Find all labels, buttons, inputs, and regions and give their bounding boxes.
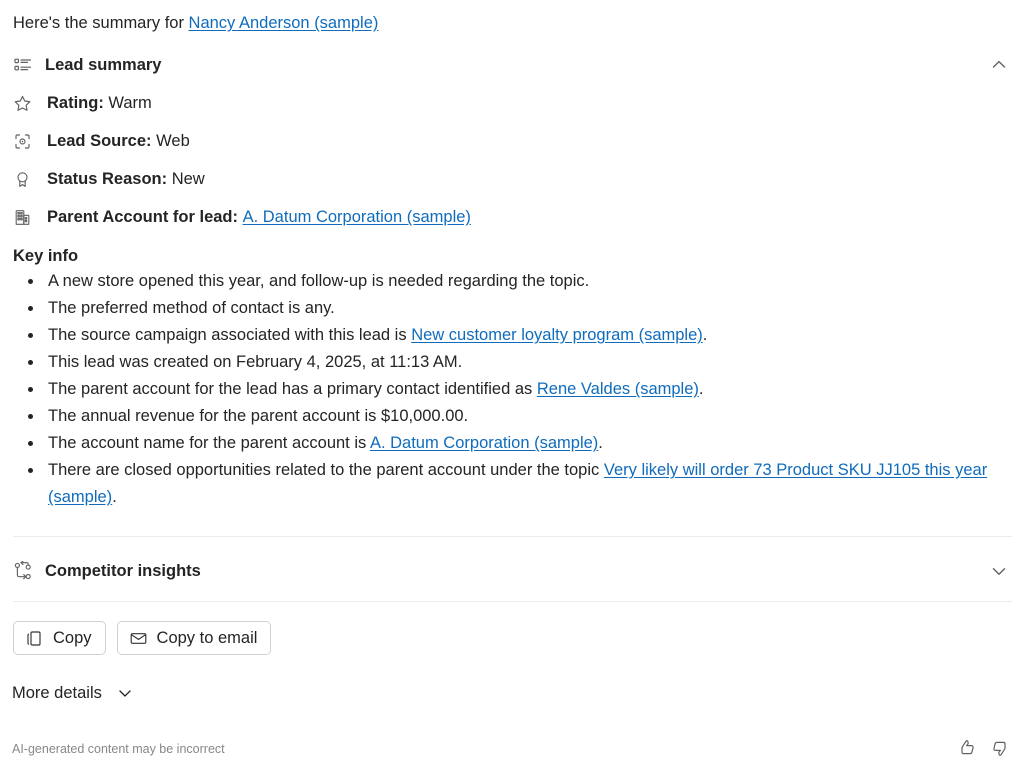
copy-icon [25, 629, 44, 648]
fact-value-status-reason: New [171, 170, 205, 188]
list-item: The parent account for the lead has a pr… [28, 376, 1013, 403]
fact-row-rating: Rating: Warm [13, 91, 152, 115]
ribbon-icon [13, 170, 32, 189]
item-text: A new store opened this year, and follow… [48, 272, 590, 290]
list-item: The source campaign associated with this… [28, 322, 1013, 349]
lead-summary-header[interactable]: Lead summary [13, 50, 1012, 80]
chevron-down-icon[interactable] [988, 560, 1010, 582]
lead-record-link[interactable]: Nancy Anderson (sample) [189, 14, 379, 32]
competitor-compare-icon [13, 560, 33, 581]
copy-to-email-button-label: Copy to email [156, 628, 258, 647]
copy-button[interactable]: Copy [13, 621, 106, 655]
list-summary-icon [13, 55, 33, 75]
item-text: There are closed opportunities related t… [48, 461, 604, 479]
item-text-post: . [112, 488, 117, 506]
key-info-title: Key info [13, 247, 79, 265]
scan-icon [13, 132, 32, 151]
key-info-list: A new store opened this year, and follow… [13, 268, 1013, 511]
fact-value-rating: Warm [108, 94, 152, 112]
feedback-controls [956, 737, 1011, 759]
fact-label-parent-account: Parent Account for lead: [47, 208, 238, 226]
list-item: The account name for the parent account … [28, 430, 1013, 457]
thumbs-down-icon[interactable] [989, 737, 1011, 759]
list-item: This lead was created on February 4, 202… [28, 349, 1013, 376]
item-text-post: . [598, 434, 603, 452]
star-icon [13, 94, 32, 113]
action-button-row: Copy Copy to email [13, 621, 272, 655]
divider-top [13, 536, 1012, 537]
fact-label-lead-source: Lead Source: [47, 132, 152, 150]
fact-row-parent-account: Parent Account for lead: A. Datum Corpor… [13, 205, 471, 229]
fact-value-lead-source: Web [156, 132, 190, 150]
item-text: The source campaign associated with this… [48, 326, 412, 344]
chevron-up-icon[interactable] [988, 54, 1010, 76]
item-text-post: . [702, 326, 708, 344]
fact-label-rating: Rating: [47, 94, 104, 112]
parent-account-link[interactable]: A. Datum Corporation (sample) [243, 205, 471, 229]
list-item: The preferred method of contact is any. [28, 295, 1013, 322]
item-text-post: . [698, 380, 704, 398]
competitor-insights-header[interactable]: Competitor insights [13, 556, 1012, 586]
mail-icon [129, 629, 148, 648]
item-text: The account name for the parent account … [48, 434, 370, 452]
list-item: There are closed opportunities related t… [28, 457, 1013, 511]
thumbs-up-icon[interactable] [956, 737, 978, 759]
list-item: A new store opened this year, and follow… [28, 268, 1013, 295]
list-item: The annual revenue for the parent accoun… [28, 403, 1013, 430]
chevron-down-icon [115, 683, 135, 703]
copy-button-label: Copy [53, 628, 92, 647]
item-text: The annual revenue for the parent accoun… [48, 407, 469, 425]
fact-label-status-reason: Status Reason: [47, 170, 168, 188]
item-text: This lead was created on February 4, 202… [48, 353, 463, 371]
building-icon [13, 208, 32, 227]
divider-bottom [13, 601, 1012, 602]
lead-summary-title: Lead summary [45, 56, 162, 74]
ai-disclaimer: AI-generated content may be incorrect [12, 742, 225, 756]
account-name-link[interactable]: A. Datum Corporation (sample) [370, 434, 598, 452]
intro-prefix: Here's the summary for [13, 14, 189, 32]
source-campaign-link[interactable]: New customer loyalty program (sample) [411, 326, 703, 344]
intro-line: Here's the summary for Nancy Anderson (s… [13, 11, 378, 35]
item-text: The preferred method of contact is any. [48, 299, 335, 317]
lead-summary-panel: Here's the summary for Nancy Anderson (s… [0, 0, 1025, 765]
primary-contact-link[interactable]: Rene Valdes (sample) [537, 380, 699, 398]
fact-row-lead-source: Lead Source: Web [13, 129, 190, 153]
copy-to-email-button[interactable]: Copy to email [116, 621, 272, 655]
more-details-label: More details [12, 683, 102, 702]
item-text: The parent account for the lead has a pr… [48, 380, 537, 398]
more-details-toggle[interactable]: More details [12, 683, 135, 703]
fact-row-status-reason: Status Reason: New [13, 167, 205, 191]
competitor-insights-title: Competitor insights [45, 562, 201, 580]
